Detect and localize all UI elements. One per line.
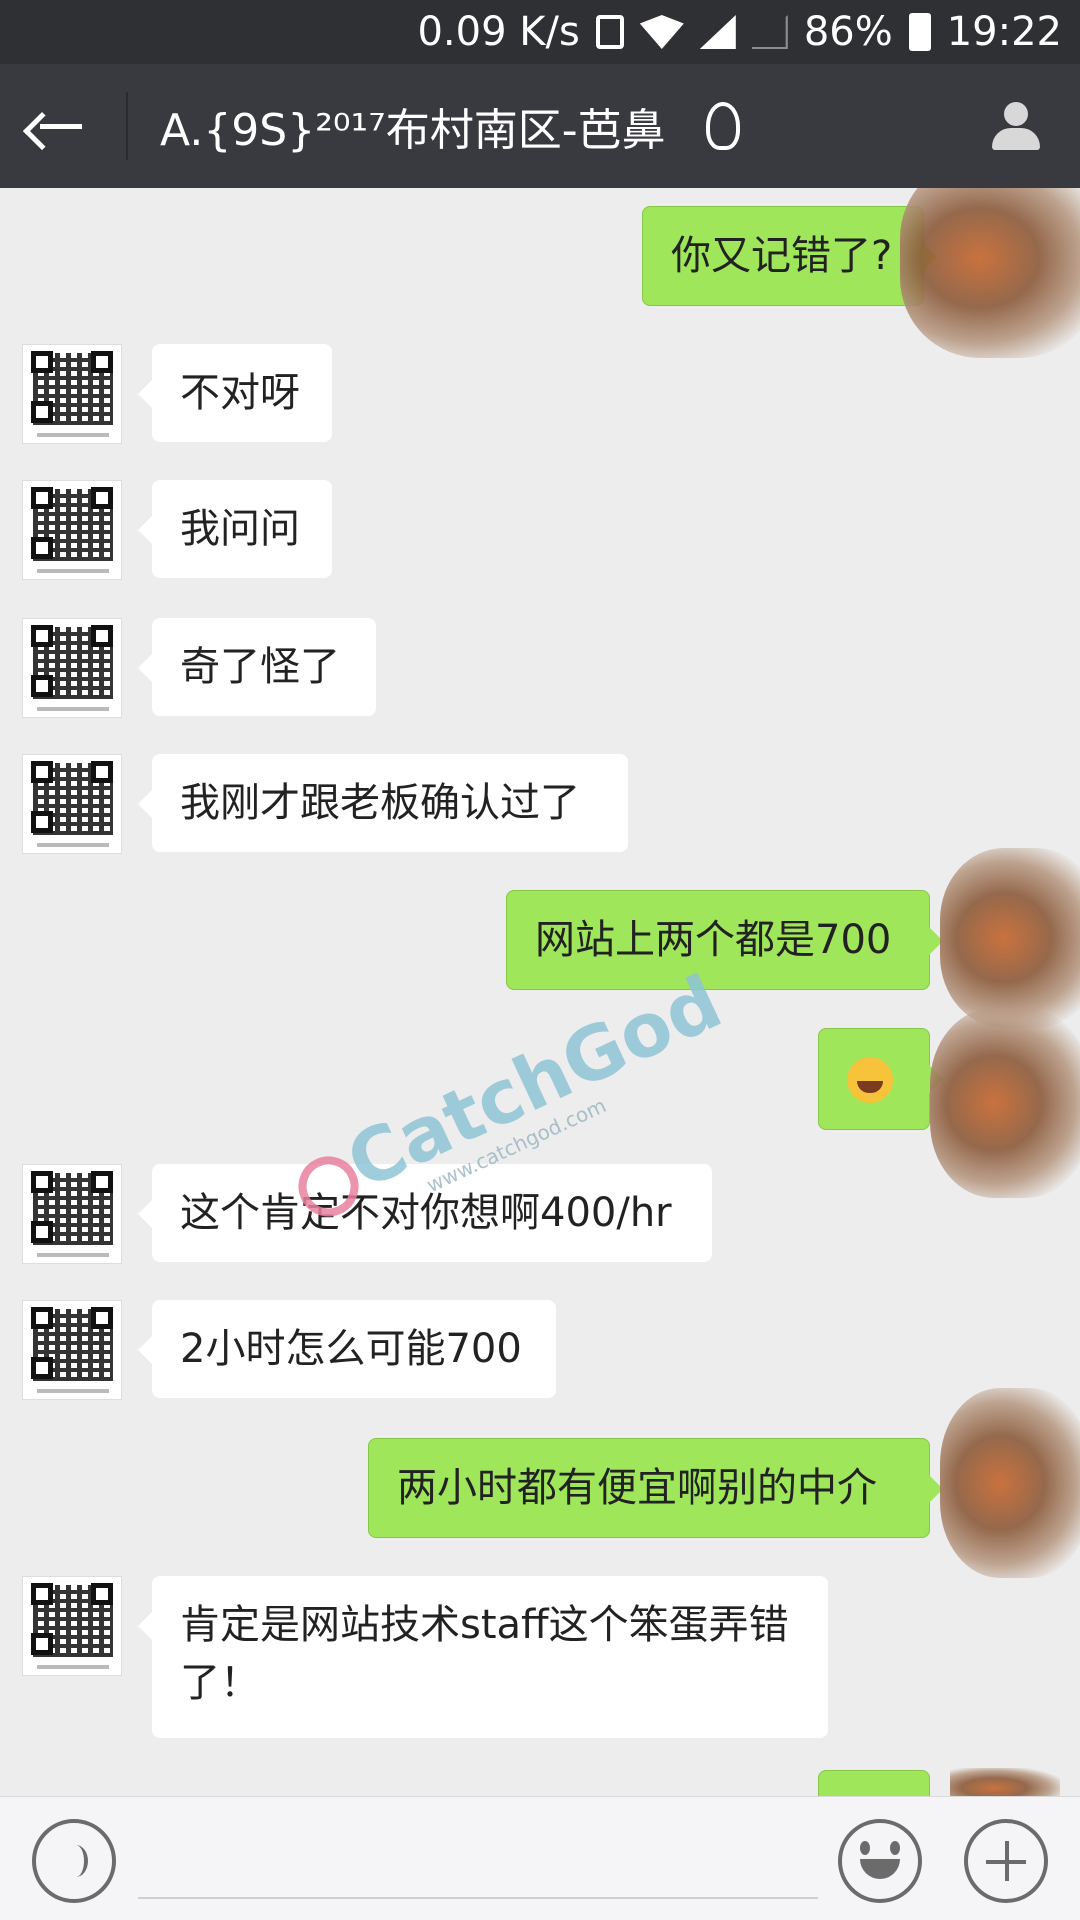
message-bubble-outgoing[interactable]: 你又记错了? bbox=[642, 206, 937, 306]
chat-title: A.{9S}²⁰¹⁷布村南区-芭鼻 bbox=[160, 105, 666, 156]
redacted-avatar bbox=[930, 1008, 1080, 1198]
network-speed: 0.09 K/s bbox=[417, 9, 580, 55]
redacted-avatar bbox=[900, 188, 1080, 358]
message-text: 两小时都有便宜啊别的中介 bbox=[397, 1465, 877, 1511]
avatar[interactable] bbox=[22, 618, 122, 718]
battery-percent: 86% bbox=[803, 9, 893, 55]
vibrate-icon bbox=[595, 15, 624, 49]
message-text: 这个肯定不对你想啊400/hr bbox=[180, 1190, 672, 1236]
redacted-avatar bbox=[950, 1768, 1060, 1796]
avatar[interactable] bbox=[22, 1164, 122, 1264]
status-bar: 0.09 K/s 86% 19:22 bbox=[0, 0, 1080, 64]
signal-icon bbox=[699, 15, 736, 49]
message-bubble-incoming[interactable]: 这个肯定不对你想啊400/hr bbox=[138, 1164, 712, 1262]
earpiece-mode-icon bbox=[706, 102, 740, 150]
chat-header: A.{9S}²⁰¹⁷布村南区-芭鼻 bbox=[0, 64, 1080, 188]
voice-input-icon[interactable] bbox=[32, 1819, 116, 1903]
face-with-tears-of-joy-icon bbox=[847, 1057, 893, 1103]
message-bubble-incoming[interactable]: 2小时怎么可能700 bbox=[138, 1300, 556, 1398]
message-text: 我问问 bbox=[180, 506, 300, 552]
emoji-button-icon[interactable] bbox=[838, 1819, 922, 1903]
avatar[interactable] bbox=[22, 1576, 122, 1676]
message-input[interactable] bbox=[138, 1897, 818, 1899]
message-bubble-outgoing[interactable]: 两小时都有便宜啊别的中介 bbox=[368, 1438, 943, 1538]
message-text: 我刚才跟老板确认过了 bbox=[180, 780, 580, 826]
avatar[interactable] bbox=[22, 754, 122, 854]
message-bubble-outgoing[interactable]: 网站上两个都是700 bbox=[506, 890, 943, 990]
message-bubble-outgoing[interactable] bbox=[818, 1028, 943, 1130]
message-text: 你又记错了? bbox=[671, 233, 893, 279]
message-bubble-incoming[interactable]: 我刚才跟老板确认过了 bbox=[138, 754, 628, 852]
battery-icon bbox=[908, 13, 931, 51]
avatar[interactable] bbox=[22, 480, 122, 580]
more-options-plus-icon[interactable] bbox=[964, 1819, 1048, 1903]
message-bubble-incoming[interactable]: 不对呀 bbox=[138, 344, 332, 442]
signal-empty-icon bbox=[752, 15, 788, 49]
message-text: 网站上两个都是700 bbox=[535, 917, 892, 963]
message-text: 肯定是网站技术staff这个笨蛋弄错了！ bbox=[180, 1602, 789, 1706]
message-text: 2小时怎么可能700 bbox=[180, 1326, 522, 1372]
chat-info-person-icon[interactable] bbox=[988, 102, 1044, 152]
status-indicators: 0.09 K/s 86% 19:22 bbox=[417, 9, 1062, 55]
clock: 19:22 bbox=[946, 9, 1062, 55]
message-bubble-incoming[interactable]: 肯定是网站技术staff这个笨蛋弄错了！ bbox=[138, 1576, 828, 1738]
input-bar bbox=[0, 1796, 1080, 1920]
header-divider bbox=[126, 92, 128, 160]
message-bubble-incoming[interactable]: 我问问 bbox=[138, 480, 332, 578]
message-bubble-incoming[interactable]: 奇了怪了 bbox=[138, 618, 376, 716]
avatar[interactable] bbox=[22, 344, 122, 444]
message-text: 不对呀 bbox=[180, 370, 300, 416]
redacted-avatar bbox=[940, 1388, 1080, 1578]
wifi-icon bbox=[639, 15, 684, 49]
chat-message-list[interactable]: 你又记错了? 不对呀 我问问 奇了怪了 我刚才跟老板确认过了 网站上两个都是70… bbox=[0, 188, 1080, 1796]
avatar[interactable] bbox=[22, 1300, 122, 1400]
redacted-avatar bbox=[940, 848, 1080, 1028]
message-bubble-outgoing-partial[interactable] bbox=[818, 1770, 930, 1796]
message-text: 奇了怪了 bbox=[180, 644, 340, 690]
back-arrow-icon[interactable] bbox=[36, 104, 86, 148]
